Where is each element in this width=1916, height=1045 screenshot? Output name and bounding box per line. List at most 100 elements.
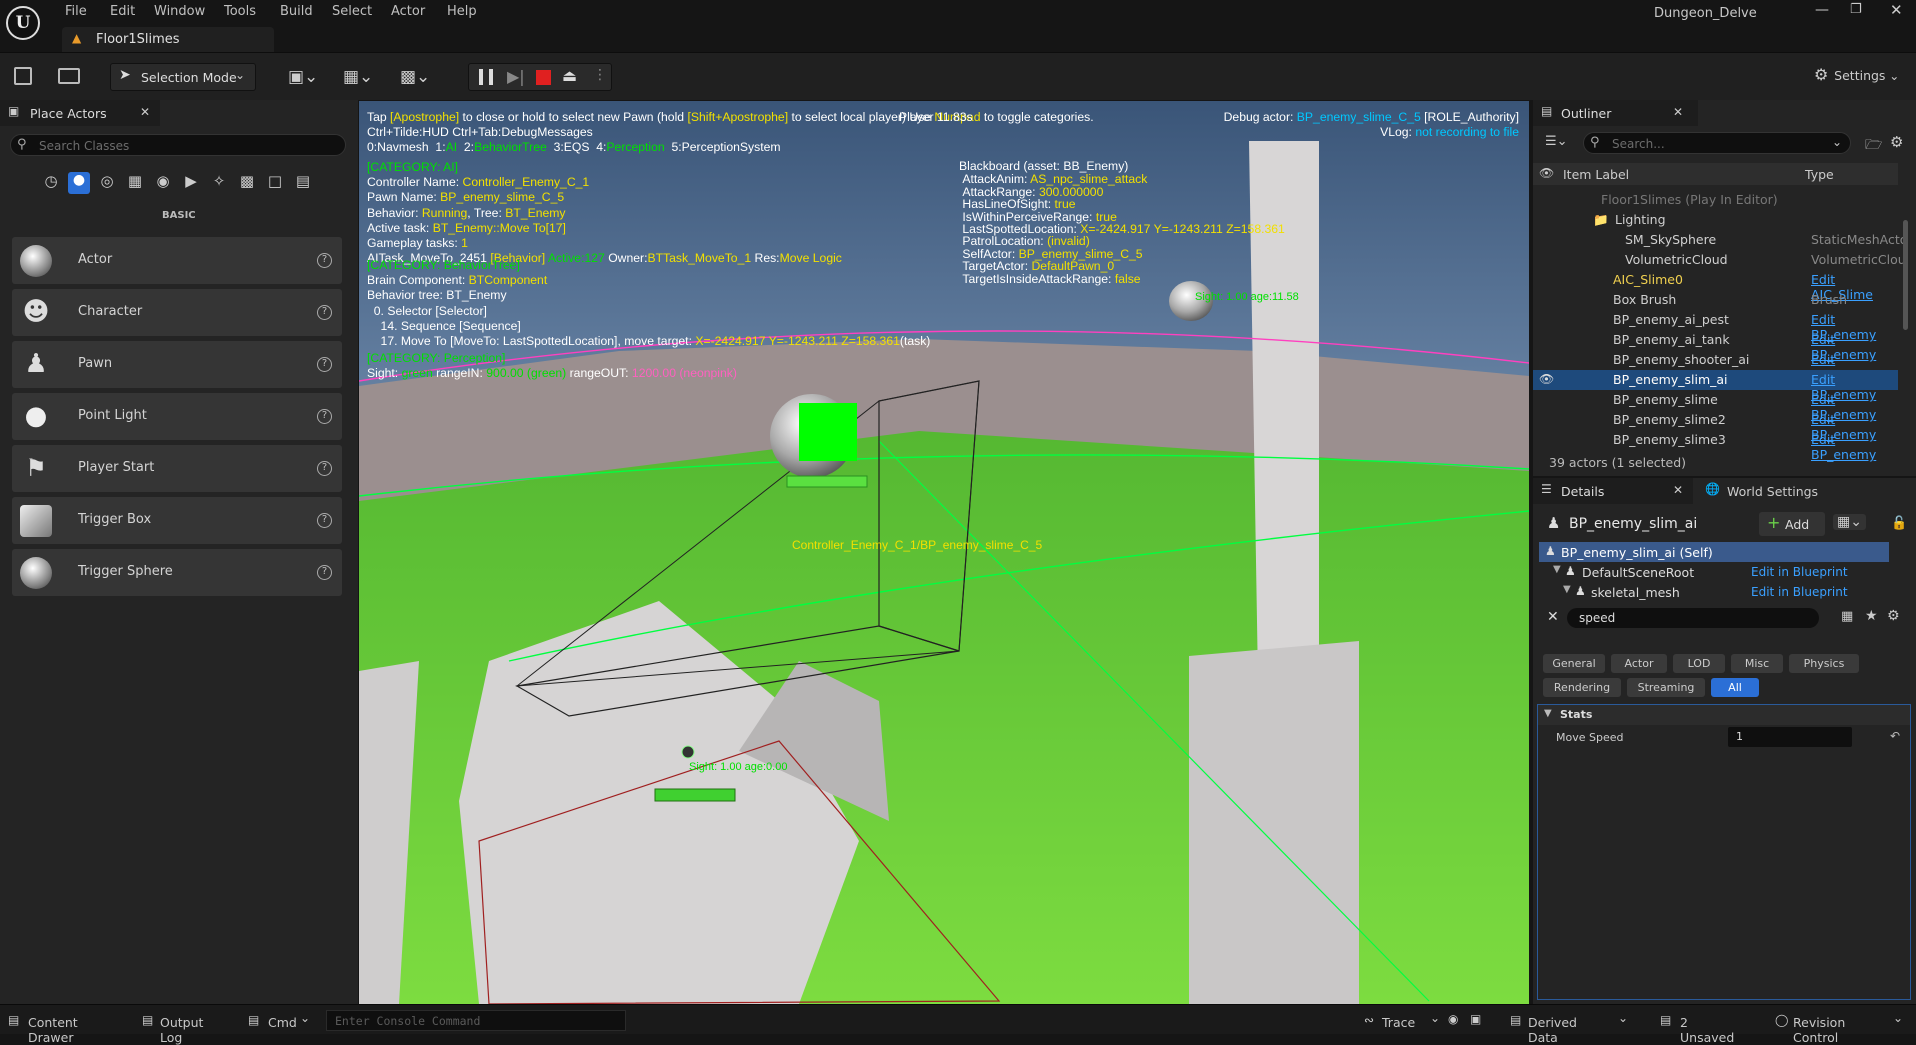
help-icon[interactable]: ? [317,409,332,424]
menu-build[interactable]: Build [280,4,313,19]
new-folder-icon[interactable]: 🗁 [1865,134,1882,158]
filter-icon[interactable]: ☰⌄ [1545,134,1568,149]
expand-arrow-icon[interactable]: ▼ [1553,564,1561,575]
move-speed-input[interactable]: 1 [1728,727,1852,747]
gear-icon[interactable]: ⚙ [1887,608,1900,624]
close-tab-icon[interactable]: ✕ [1673,105,1683,119]
outliner-row-skysphere[interactable]: SM_SkySphere StaticMeshActo [1533,230,1907,250]
actor-item-player-start[interactable]: ⚑ Player Start ? [12,445,342,492]
outliner-row-pest[interactable]: BP_enemy_ai_pest Edit BP_enemy [1533,310,1898,342]
outliner-row-boxbrush[interactable]: Box Brush Brush [1533,290,1898,310]
details-tab[interactable]: ☰ Details ✕ [1533,478,1693,504]
outliner-row-selected[interactable]: 👁 BP_enemy_slim_ai Edit BP_enemy [1533,370,1898,402]
outliner-row-tank[interactable]: BP_enemy_ai_tank Edit BP_enemy [1533,330,1898,362]
save-icon[interactable] [14,67,32,85]
outliner-row-slime3[interactable]: BP_enemy_slime3 Edit BP_enemy [1533,430,1898,462]
restore-icon[interactable]: ❐ [1850,2,1862,17]
outliner-row-aic[interactable]: AIC_Slime0 Edit AIC_Slime [1533,270,1898,302]
blueprint-icon[interactable]: ▦⌄ [343,67,373,87]
filter-lod[interactable]: LOD [1673,654,1725,673]
geometry-icon[interactable]: □ [264,172,286,190]
outliner-row-slime2[interactable]: BP_enemy_slime2 Edit BP_enemy [1533,410,1898,442]
actor-item-trigger-sphere[interactable]: Trigger Sphere ? [12,549,342,596]
component-mesh[interactable]: ▼ ♟ skeletal_mesh Edit in Blueprint [1539,582,1889,602]
more-icon[interactable]: ⋮ [593,67,607,83]
outliner-row-volcloud[interactable]: VolumetricCloud VolumetricClou [1533,250,1906,270]
outliner-tab[interactable]: ▤ Outliner ✕ [1533,100,1698,126]
table-view-icon[interactable]: ▦ [1841,609,1853,624]
add-component-button[interactable]: + Add [1759,512,1825,536]
help-icon[interactable]: ? [317,461,332,476]
scrollbar[interactable] [1903,220,1908,330]
unreal-logo-icon[interactable]: U [6,6,40,40]
close-tab-icon[interactable]: ✕ [1673,483,1683,497]
search-classes-box[interactable]: ⚲ Search Classes [10,134,346,156]
actor-item-point-light[interactable]: ● Point Light ? [12,393,342,440]
pause-icon[interactable] [479,69,493,85]
actor-item-actor[interactable]: Actor ? [12,237,342,284]
help-icon[interactable]: ? [317,305,332,320]
menu-file[interactable]: File [65,4,87,19]
close-window-icon[interactable]: ✕ [1890,1,1903,19]
col-item-label[interactable]: Item Label [1563,167,1629,182]
filter-all[interactable]: All [1711,678,1759,697]
reset-icon[interactable]: ↶ [1890,729,1900,743]
stats-header[interactable]: ▼ Stats [1538,705,1910,725]
recent-icon[interactable]: ◷ [40,172,62,194]
eject-icon[interactable]: ⏏ [562,66,577,85]
cinematic-icon[interactable]: ▶ [180,172,202,190]
gear-icon[interactable]: ⚙ [1890,133,1903,151]
all-classes-icon[interactable]: ▩ [236,172,258,190]
menu-help[interactable]: Help [447,4,477,19]
menu-edit[interactable]: Edit [110,4,135,19]
filter-misc[interactable]: Misc [1731,654,1783,673]
lights-icon[interactable]: ◎ [96,172,118,190]
outliner-row-world[interactable]: Floor1Slimes (Play In Editor) [1533,190,1898,210]
clear-search-icon[interactable]: ✕ [1547,609,1559,625]
volumes-icon[interactable]: ✧ [208,172,230,190]
selection-mode-button[interactable]: ➤ Selection Mode ⌄ [110,63,256,91]
level-viewport[interactable]: Tap [Apostrophe] to close or hold to sel… [359,101,1529,1004]
settings-button[interactable]: ⚙ Settings ⌄ [1814,65,1899,89]
level-tab[interactable]: ▲ Floor1Slimes [62,27,274,52]
visual-effects-icon[interactable]: ◉ [152,172,174,190]
outliner-row-shooter[interactable]: BP_enemy_shooter_aiEdit BP_enemy [1533,350,1898,382]
step-icon[interactable]: ▶| [507,67,525,86]
edit-in-blueprint-link[interactable]: Edit in Blueprint [1751,565,1848,579]
outliner-row-slime[interactable]: BP_enemy_slime Edit BP_enemy [1533,390,1898,422]
modes-icon[interactable]: ▤ [292,172,314,190]
stop-icon[interactable] [536,70,551,85]
add-actor-icon[interactable]: ▣⌄ [288,67,318,87]
blueprint-options-icon[interactable]: ▦⌄ [1833,514,1866,530]
component-self[interactable]: ♟ BP_enemy_slim_ai (Self) [1539,542,1889,562]
eye-icon[interactable]: 👁 [1539,372,1554,386]
menu-tools[interactable]: Tools [224,4,256,19]
filter-general[interactable]: General [1543,654,1605,673]
screenshot-icon[interactable]: ▣ [1470,1012,1481,1026]
menu-window[interactable]: Window [154,4,205,19]
place-actors-tab[interactable]: ▣ Place Actors ✕ [0,100,160,126]
outliner-search-box[interactable]: ⚲ Search... ⌄ [1583,132,1851,154]
help-icon[interactable]: ? [317,565,332,580]
actor-item-trigger-box[interactable]: Trigger Box ? [12,497,342,544]
filter-streaming[interactable]: Streaming [1627,678,1705,697]
help-icon[interactable]: ? [317,357,332,372]
actor-item-pawn[interactable]: ♟ Pawn ? [12,341,342,388]
world-settings-tab[interactable]: 🌐 World Settings [1699,478,1849,504]
basic-icon[interactable]: ● [68,172,90,194]
cinematics-icon[interactable]: ▩⌄ [400,67,430,87]
lock-icon[interactable]: 🔓 [1891,516,1907,531]
filter-actor[interactable]: Actor [1611,654,1667,673]
minimize-icon[interactable]: — [1815,2,1829,18]
filter-physics[interactable]: Physics [1789,654,1859,673]
console-input[interactable]: Enter Console Command [326,1010,626,1031]
close-tab-icon[interactable]: ✕ [140,105,150,119]
edit-in-blueprint-link[interactable]: Edit in Blueprint [1751,585,1848,599]
row-type-link[interactable]: Edit BP_enemy [1811,432,1898,462]
details-search-box[interactable]: speed [1567,608,1819,628]
col-type[interactable]: Type [1805,167,1834,182]
menu-actor[interactable]: Actor [391,4,425,19]
browse-icon[interactable] [58,68,80,84]
help-icon[interactable]: ? [317,253,332,268]
star-icon[interactable]: ★ [1865,608,1878,624]
